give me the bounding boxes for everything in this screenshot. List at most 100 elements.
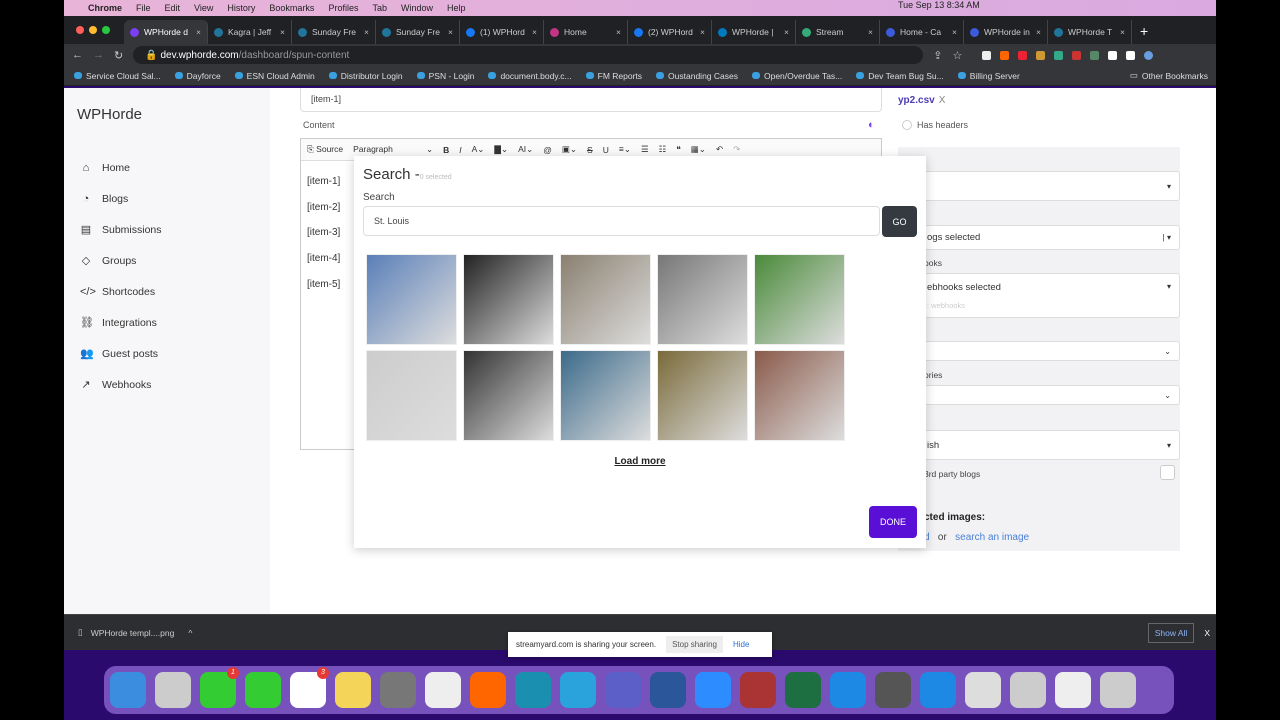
tab-close-icon[interactable]: × [1036, 27, 1041, 37]
categories-select[interactable]: ⌄ [924, 385, 1180, 405]
dock-app-icon[interactable] [875, 672, 911, 708]
dock-app-icon[interactable] [515, 672, 551, 708]
sidebar-item-integrations[interactable]: ⛓ Integrations [80, 307, 162, 338]
menu-help[interactable]: Help [447, 3, 466, 13]
extension-icon[interactable] [1054, 50, 1064, 60]
dock-app-icon[interactable] [740, 672, 776, 708]
bookmark[interactable]: Billing Server [957, 71, 1020, 81]
menu-history[interactable]: History [227, 3, 255, 13]
tab-close-icon[interactable]: × [784, 27, 789, 37]
stop-sharing-button[interactable]: Stop sharing [666, 636, 723, 653]
tab-close-icon[interactable]: × [532, 27, 537, 37]
close-download-bar[interactable]: X [1204, 628, 1210, 638]
image-result[interactable] [463, 254, 554, 345]
dock-app-icon[interactable]: 3 [290, 667, 329, 708]
chevron-up-icon[interactable]: ^ [188, 628, 192, 638]
forward-icon[interactable]: → [93, 49, 104, 61]
tab-close-icon[interactable]: × [1120, 27, 1125, 37]
go-button[interactable]: GO [882, 206, 917, 237]
align-icon[interactable]: ≡⌄ [619, 144, 631, 155]
has-headers-toggle[interactable]: Has headers [902, 120, 968, 130]
dock-app-icon[interactable] [1055, 672, 1091, 708]
load-more-link[interactable]: Load more [354, 456, 926, 467]
bold-icon[interactable]: B [443, 145, 449, 155]
tab-close-icon[interactable]: × [952, 27, 957, 37]
tab[interactable]: WPHorde d × [124, 20, 208, 44]
grammarly-icon[interactable]: ◐ [868, 119, 875, 131]
bookmark[interactable]: PSN - Login [416, 71, 474, 81]
webhooks-select[interactable]: ebhooks selected: webhooks ▾ [924, 273, 1180, 318]
dock-app-icon[interactable] [830, 672, 866, 708]
tab[interactable]: (2) WPHord × [628, 20, 712, 44]
other-bookmarks[interactable]: ▭ Other Bookmarks [1130, 70, 1208, 81]
tab-close-icon[interactable]: × [448, 27, 453, 37]
window-controls[interactable] [76, 26, 110, 34]
sidepanel-icon[interactable] [1126, 50, 1136, 60]
hide-button[interactable]: Hide [733, 640, 749, 649]
sidebar-item-blogs[interactable]: ◔ Blogs [80, 183, 162, 214]
dock-app-icon[interactable] [1010, 672, 1046, 708]
dock-app-icon[interactable] [380, 672, 416, 708]
menu-file[interactable]: File [136, 3, 151, 13]
image-result[interactable] [754, 350, 845, 441]
dock-app-icon[interactable] [920, 672, 956, 708]
tab-close-icon[interactable]: × [700, 27, 705, 37]
title-field[interactable]: [item-1] [300, 88, 882, 112]
sidebar-item-guest-posts[interactable]: 👥 Guest posts [80, 338, 162, 369]
tab-close-icon[interactable]: × [616, 27, 621, 37]
bookmark[interactable]: ESN Cloud Admin [234, 71, 315, 81]
bookmark[interactable]: Oustanding Cases [656, 71, 738, 81]
done-button[interactable]: DONE [869, 506, 917, 538]
extension-icon[interactable] [1000, 50, 1010, 60]
extension-icon[interactable] [1090, 50, 1100, 60]
dock-app-icon[interactable] [110, 672, 146, 708]
share-icon[interactable]: ⇪ [933, 49, 942, 62]
redo-icon[interactable]: ↷ [733, 144, 740, 155]
brand-logo[interactable]: WPHorde [77, 106, 142, 123]
quote-icon[interactable]: ❝ [676, 144, 681, 155]
tab[interactable]: Sunday Fre × [376, 20, 460, 44]
font-size-icon[interactable]: AI⌄ [518, 144, 533, 155]
new-tab-button[interactable]: + [1140, 23, 1148, 39]
sidebar-item-groups[interactable]: ◇ Groups [80, 245, 162, 276]
language-select[interactable]: ish ▾ [924, 430, 1180, 460]
bookmark[interactable]: Distributor Login [328, 71, 403, 81]
tab-close-icon[interactable]: × [868, 27, 873, 37]
source-button[interactable]: ⎘ Source [307, 144, 343, 155]
dock-app-icon[interactable] [560, 672, 596, 708]
extension-icon[interactable] [1072, 50, 1082, 60]
tab-close-icon[interactable]: × [364, 27, 369, 37]
tab[interactable]: Sunday Fre × [292, 20, 376, 44]
image-result[interactable] [657, 254, 748, 345]
tab[interactable]: Stream × [796, 20, 880, 44]
select-1[interactable]: ▾ [924, 171, 1180, 201]
menu-window[interactable]: Window [401, 3, 433, 13]
dock-app-icon[interactable] [425, 672, 461, 708]
tab[interactable]: WPHorde | × [712, 20, 796, 44]
strikethrough-icon[interactable]: S [587, 145, 593, 155]
tab[interactable]: Home × [544, 20, 628, 44]
paragraph-dropdown[interactable]: Paragraph ⌄ [353, 144, 433, 155]
sidebar-item-home[interactable]: ⌂ Home [80, 152, 162, 183]
tab[interactable]: WPHorde T × [1048, 20, 1132, 44]
image-result[interactable] [560, 350, 651, 441]
url-input[interactable]: 🔒 dev.wphorde.com/dashboard/spun-content [133, 46, 924, 64]
menu-app[interactable]: Chrome [88, 3, 122, 13]
dock-app-icon[interactable] [785, 672, 821, 708]
dock-app-icon[interactable] [155, 672, 191, 708]
bookmark[interactable]: Open/Overdue Tas... [751, 71, 842, 81]
sidebar-item-shortcodes[interactable]: </> Shortcodes [80, 276, 162, 307]
bookmark[interactable]: document.body.c... [488, 71, 572, 81]
menu-tab[interactable]: Tab [372, 3, 387, 13]
bookmark[interactable]: Dev Team Bug Su... [856, 71, 944, 81]
image-result[interactable] [754, 254, 845, 345]
menu-bookmarks[interactable]: Bookmarks [269, 3, 314, 13]
bullet-list-icon[interactable]: ☰ [641, 144, 649, 155]
dock-app-icon[interactable] [650, 672, 686, 708]
download-item[interactable]: WPHorde templ....png [91, 628, 175, 638]
puzzle-icon[interactable] [1108, 50, 1118, 60]
dock-app-icon[interactable] [605, 672, 641, 708]
link-icon[interactable]: @ [543, 145, 552, 155]
blogs-select[interactable]: ogs selected | ▾ [924, 225, 1180, 250]
extension-icon[interactable] [1036, 50, 1046, 60]
